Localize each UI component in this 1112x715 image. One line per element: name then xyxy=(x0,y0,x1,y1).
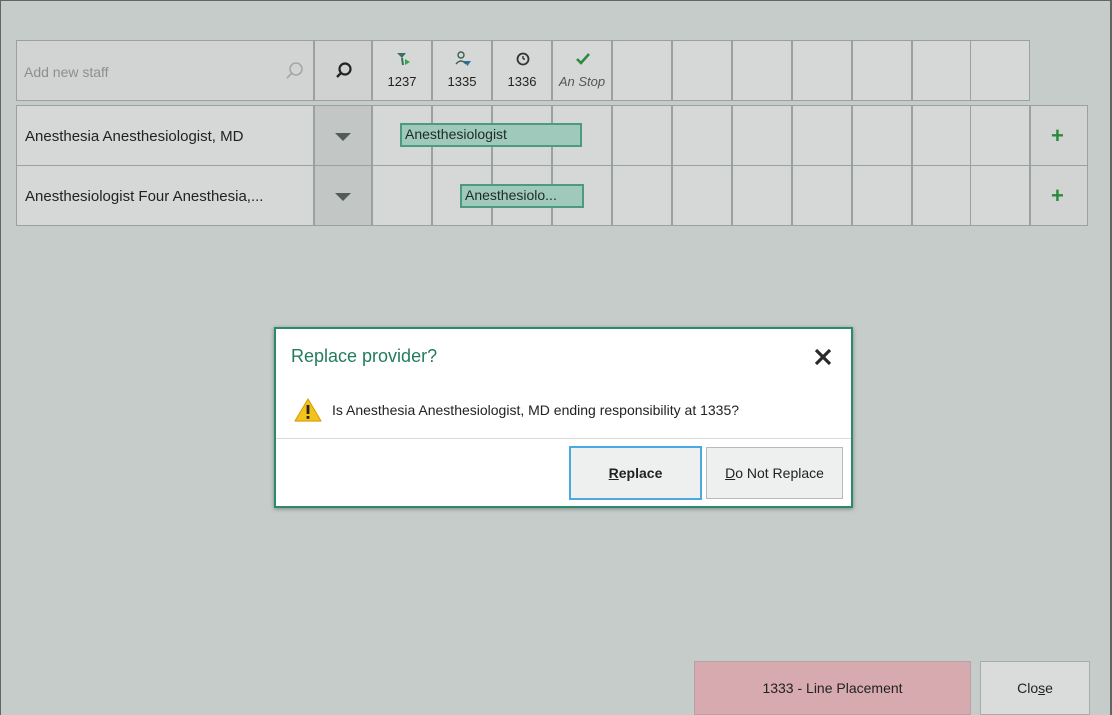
dialog-message: Is Anesthesia Anesthesiologist, MD endin… xyxy=(332,402,740,418)
button-label: e xyxy=(1045,680,1053,696)
chevron-down-icon xyxy=(335,193,351,201)
timeline-cell xyxy=(792,105,852,166)
timeline-column-anesthesia-stop[interactable]: An Stop xyxy=(552,40,612,101)
timeline-cell xyxy=(612,105,672,166)
person-transfer-icon xyxy=(455,51,471,66)
timeline-cell xyxy=(912,165,972,226)
dialog-title: Replace provider? xyxy=(291,346,438,366)
line-placement-event-button[interactable]: 1333 - Line Placement xyxy=(694,661,971,715)
window-top-border xyxy=(0,0,1112,1)
staff-dropdown-button[interactable] xyxy=(314,165,372,226)
staff-row: Anesthesia Anesthesiologist, MD Anesthes… xyxy=(16,105,1088,166)
timeline-cell xyxy=(672,165,732,226)
timeline-column-empty xyxy=(612,40,672,101)
chevron-down-icon xyxy=(335,133,351,141)
plus-icon: + xyxy=(1051,183,1064,208)
accesskey-underline: D xyxy=(725,465,736,481)
clock-icon xyxy=(516,52,530,66)
plus-icon: + xyxy=(1051,123,1064,148)
timeline-label: An Stop xyxy=(558,74,606,89)
dialog-divider xyxy=(276,438,851,439)
timeline-column-clock[interactable]: 1336 xyxy=(492,40,552,101)
timeline-cell xyxy=(372,165,432,226)
staff-name[interactable]: Anesthesia Anesthesiologist, MD xyxy=(16,105,314,166)
timeline-cell xyxy=(732,165,792,226)
replace-provider-dialog: Replace provider? Is Anesthesia Anesthes… xyxy=(274,327,853,508)
button-label: Clo xyxy=(1017,680,1039,696)
timeline-column-empty xyxy=(672,40,732,101)
search-icon xyxy=(336,62,352,78)
timeline-column-empty xyxy=(792,40,852,101)
timeline-cell xyxy=(852,105,912,166)
timeline-column-empty xyxy=(732,40,792,101)
add-role-button[interactable]: + xyxy=(1030,165,1088,226)
staff-name[interactable]: Anesthesiologist Four Anesthesia,... xyxy=(16,165,314,226)
do-not-replace-button[interactable]: Do Not Replace xyxy=(706,447,843,499)
timeline-column-empty xyxy=(912,40,972,101)
timeline-cell xyxy=(612,165,672,226)
close-button[interactable]: Close xyxy=(980,661,1090,715)
accesskey-underline: R xyxy=(608,465,619,481)
timeline-cell xyxy=(970,165,1030,226)
timeline-column-transfer[interactable]: 1335 xyxy=(432,40,492,101)
staff-dropdown-button[interactable] xyxy=(314,105,372,166)
staff-row: Anesthesiologist Four Anesthesia,... Ane… xyxy=(16,165,1088,226)
warning-icon xyxy=(294,398,322,422)
anesthesia-start-flag-icon xyxy=(397,53,410,66)
window-left-border xyxy=(0,0,1,715)
role-bar[interactable]: Anesthesiolo... xyxy=(460,184,584,208)
replace-button[interactable]: Replace xyxy=(569,446,702,500)
timeline-label: 1335 xyxy=(447,74,477,89)
add-staff-placeholder: Add new staff xyxy=(24,64,109,80)
add-role-button[interactable]: + xyxy=(1030,105,1088,166)
timeline-cell xyxy=(672,105,732,166)
close-icon[interactable] xyxy=(812,346,834,368)
button-label: eplace xyxy=(618,465,663,481)
timeline-cell xyxy=(970,105,1030,166)
button-label: o Not Replace xyxy=(735,465,824,481)
staff-grid: Add new staff 1237 1335 1336 An Stop Ane… xyxy=(16,40,1088,226)
search-button[interactable] xyxy=(314,40,372,101)
timeline-cell xyxy=(912,105,972,166)
timeline-column-anesthesia-start[interactable]: 1237 xyxy=(372,40,432,101)
checkmark-icon xyxy=(576,53,590,65)
timeline-cell xyxy=(732,105,792,166)
timeline-column-empty xyxy=(970,40,1030,101)
magnifier-icon xyxy=(286,62,303,79)
timeline-label: 1336 xyxy=(507,74,537,89)
timeline-cell xyxy=(792,165,852,226)
timeline-column-empty xyxy=(852,40,912,101)
role-bar[interactable]: Anesthesiologist xyxy=(400,123,582,147)
timeline-cell xyxy=(852,165,912,226)
add-staff-input[interactable]: Add new staff xyxy=(16,40,314,101)
timeline-label: 1237 xyxy=(387,74,417,89)
